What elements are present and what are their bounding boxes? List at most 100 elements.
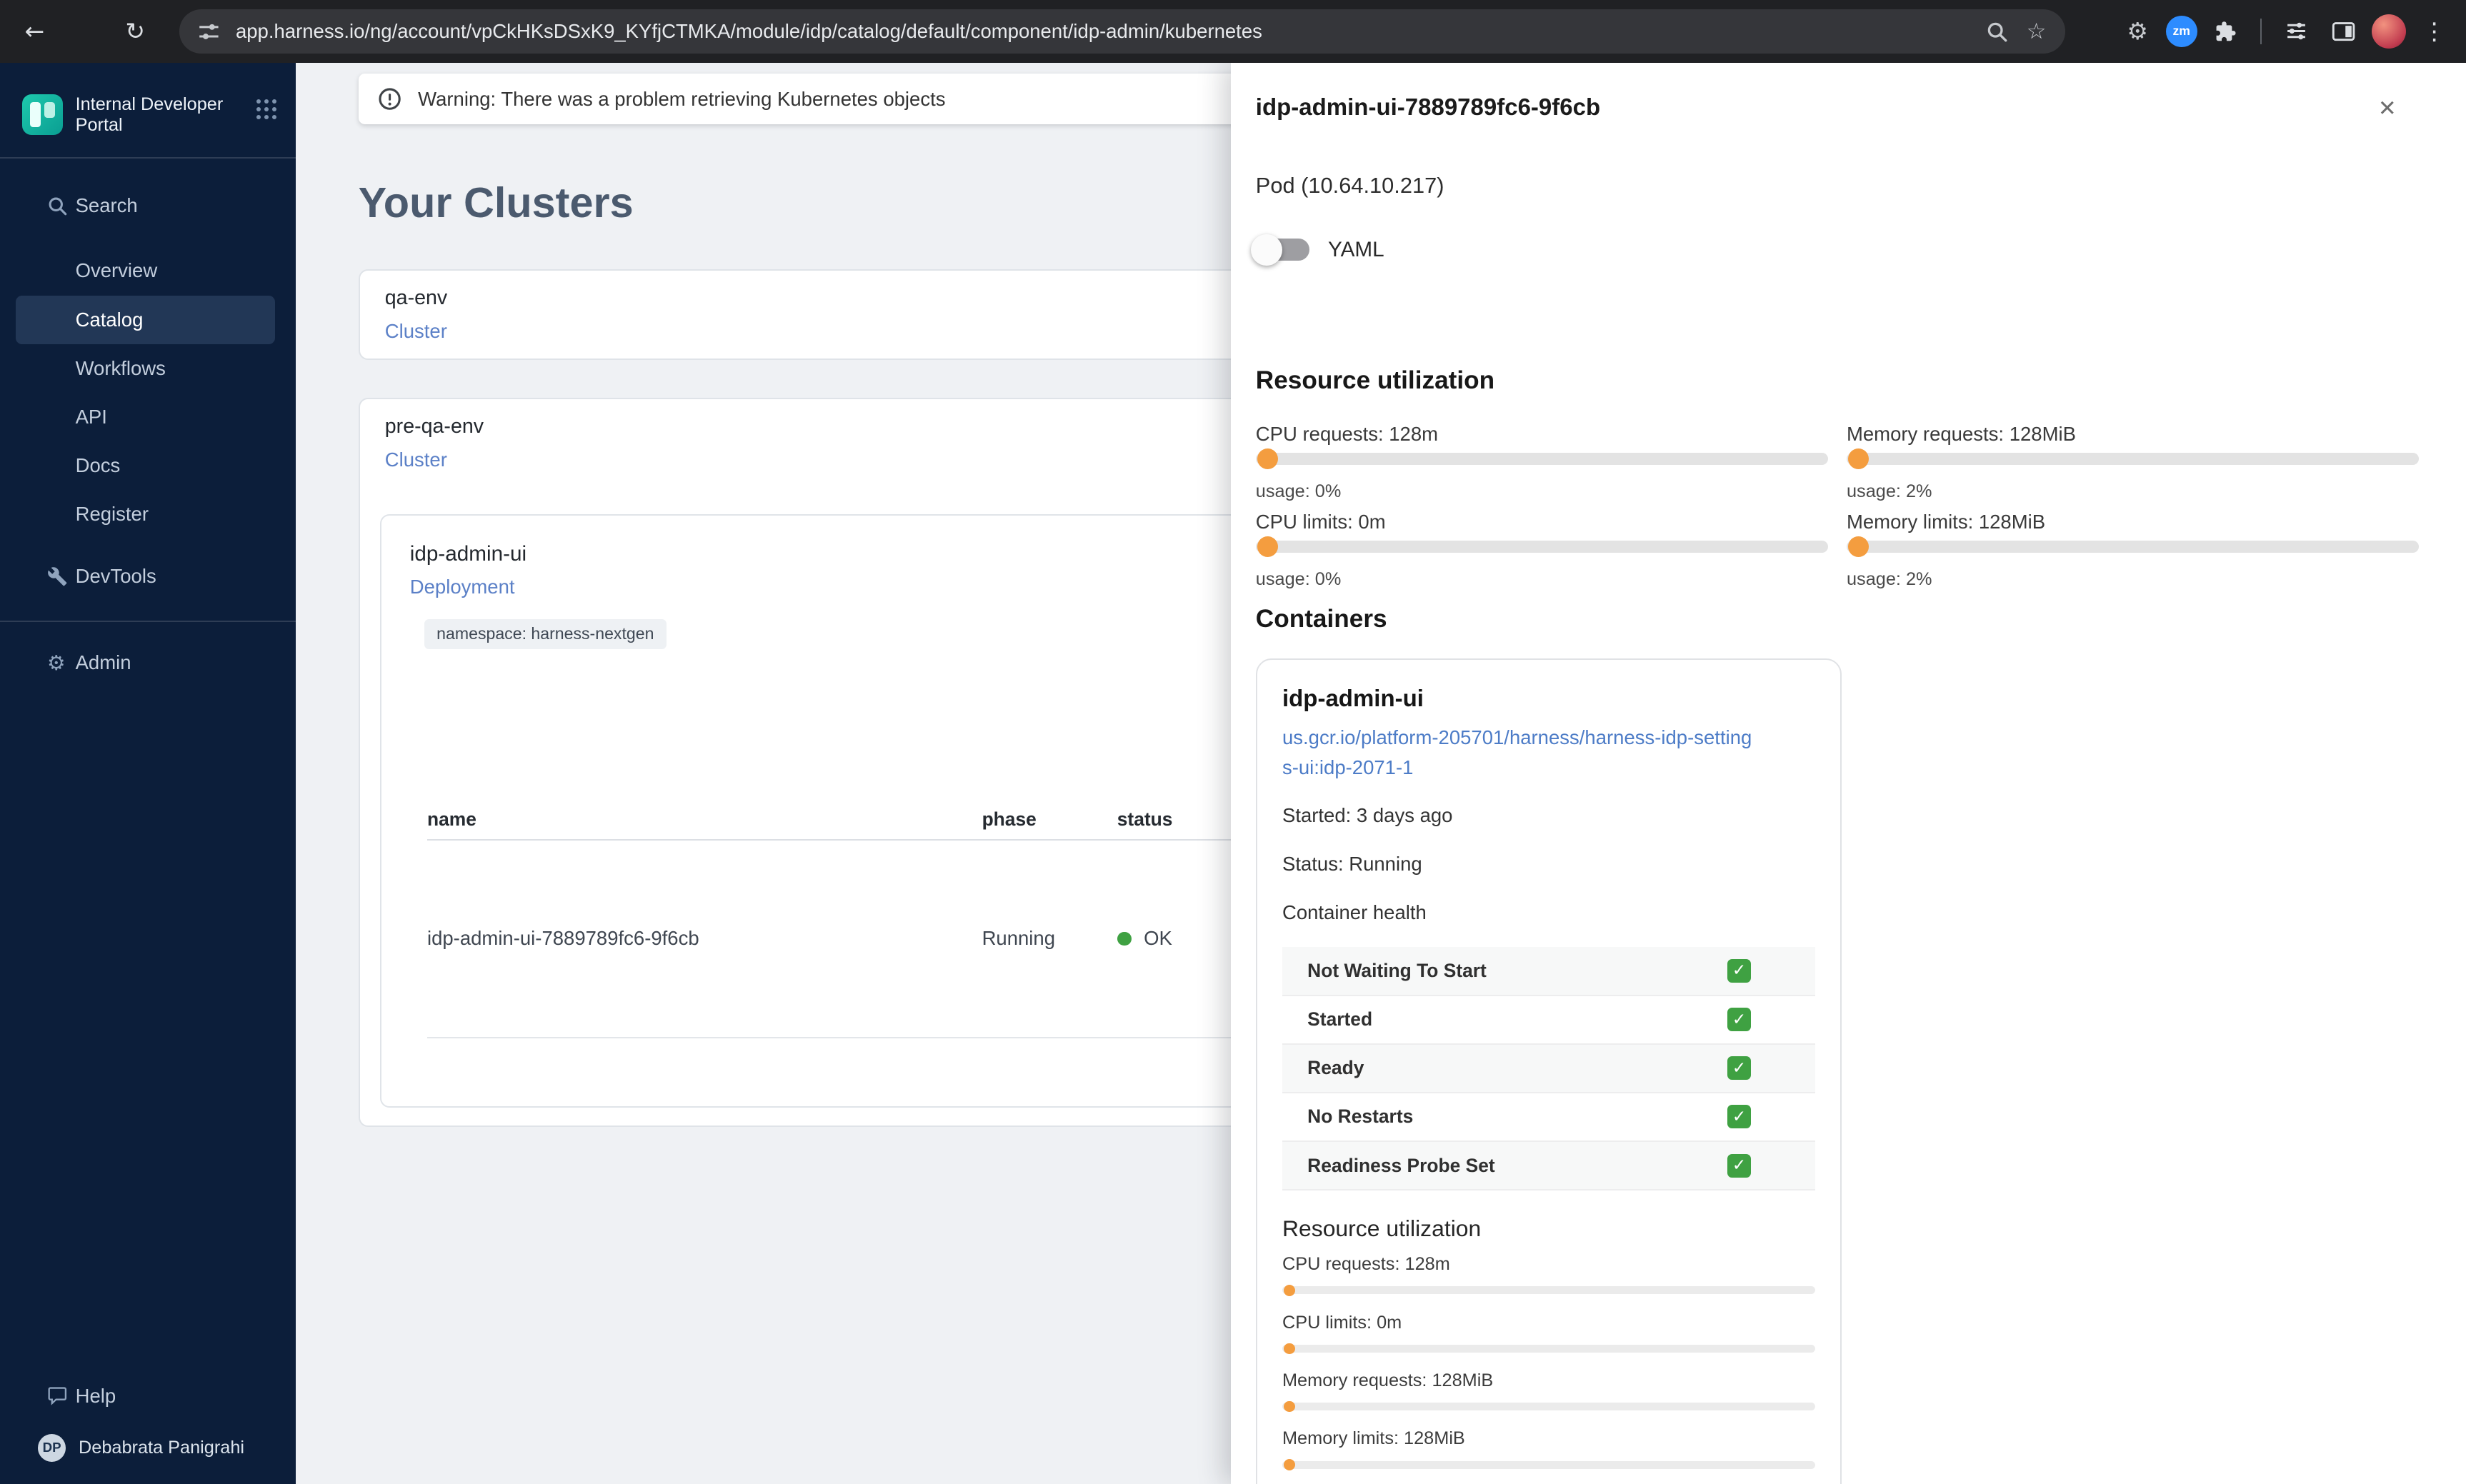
resource-metrics: CPU requests: 128m usage: 0% Memory requ…: [1255, 421, 2441, 591]
zoom-search-icon[interactable]: [1986, 21, 2008, 43]
site-controls-icon[interactable]: [198, 21, 220, 43]
toolbar-right-cluster: ⚙ zm ⋮: [2119, 13, 2466, 51]
user-name: Debabrata Panigrahi: [78, 1437, 245, 1458]
toolbar-divider: [2260, 19, 2262, 44]
metric-cpu-limits: CPU limits: 0m usage: 0%: [1255, 509, 1828, 591]
search-label: Search: [75, 194, 138, 217]
check-label: Ready: [1307, 1057, 1364, 1079]
sidebar-item-api[interactable]: API: [0, 393, 296, 441]
address-bar[interactable]: app.harness.io/ng/account/vpCkHKsDSxK9_K…: [179, 9, 2065, 54]
user-avatar: DP: [37, 1433, 66, 1463]
column-header-name: name: [426, 808, 476, 830]
metric-label: CPU limits: 0m: [1255, 510, 1386, 533]
zoom-extension-icon[interactable]: zm: [2165, 15, 2197, 47]
pod-subtitle: Pod (10.64.10.217): [1255, 173, 1444, 198]
sidebar-search[interactable]: Search: [0, 184, 296, 228]
container-started: Started: 3 days ago: [1282, 803, 1453, 826]
container-image-link[interactable]: us.gcr.io/platform-205701/harness/harnes…: [1282, 723, 1754, 783]
health-check-row: Ready ✓: [1282, 1044, 1816, 1093]
app-title: Internal Developer Portal: [75, 94, 224, 135]
progress-bar: [1846, 536, 2419, 557]
check-label: No Restarts: [1307, 1106, 1414, 1128]
metric-label: Memory requests: 128MiB: [1846, 422, 2076, 445]
container-card: idp-admin-ui us.gcr.io/platform-205701/h…: [1255, 658, 1842, 1484]
side-panel-icon[interactable]: [2325, 13, 2362, 51]
metric-usage: usage: 2%: [1846, 481, 1932, 502]
warning-icon: [377, 86, 402, 111]
mini-progress-bar: [1282, 1343, 1816, 1354]
container-health-heading: Container health: [1282, 901, 1427, 924]
refresh-icon[interactable]: ↻: [116, 13, 154, 51]
metric-usage: usage: 0%: [1255, 569, 1342, 590]
mini-progress-bar: [1282, 1400, 1816, 1413]
sidebar-item-catalog[interactable]: Catalog: [16, 295, 275, 344]
mini-metric-label: CPU requests: 128m: [1282, 1254, 1450, 1275]
sidebar-item-help[interactable]: Help: [0, 1377, 296, 1415]
mini-progress-bar: [1282, 1459, 1816, 1470]
close-icon[interactable]: ✕: [2365, 86, 2410, 131]
help-label: Help: [75, 1384, 116, 1407]
devtools-label: DevTools: [75, 565, 156, 588]
toggle-knob: [1251, 234, 1283, 266]
yaml-toggle[interactable]: [1251, 234, 1309, 266]
metric-usage: usage: 0%: [1255, 481, 1342, 502]
media-controls-icon[interactable]: [2277, 13, 2315, 51]
search-icon: [47, 196, 69, 216]
browser-menu-icon[interactable]: ⋮: [2415, 13, 2453, 51]
sidebar-nav: Overview Catalog Workflows API Docs Regi…: [0, 246, 296, 538]
health-check-row: Started ✓: [1282, 996, 1816, 1045]
back-icon[interactable]: ←: [16, 13, 54, 51]
namespace-chip: namespace: harness-nextgen: [424, 618, 667, 649]
status-dot: [1117, 931, 1132, 946]
pod-status: OK: [1144, 927, 1172, 950]
health-check-row: Readiness Probe Set ✓: [1282, 1142, 1816, 1191]
mini-metric-label: CPU limits: 0m: [1282, 1312, 1402, 1333]
container-resource-heading: Resource utilization: [1282, 1215, 1482, 1242]
column-header-phase: phase: [982, 808, 1037, 830]
yaml-toggle-row: YAML: [1251, 234, 2441, 266]
harness-idp-logo[interactable]: [21, 94, 63, 136]
container-name: idp-admin-ui: [1282, 684, 1424, 711]
sidebar-item-overview[interactable]: Overview: [0, 246, 296, 295]
sidebar-item-docs[interactable]: Docs: [0, 441, 296, 490]
sidebar-item-workflows[interactable]: Workflows: [0, 344, 296, 393]
check-label: Started: [1307, 1008, 1373, 1031]
admin-label: Admin: [75, 651, 131, 674]
wrench-icon: [47, 566, 69, 587]
sidebar-item-admin[interactable]: ⚙ Admin: [0, 641, 296, 685]
url-text[interactable]: app.harness.io/ng/account/vpCkHKsDSxK9_K…: [236, 20, 1986, 43]
metric-label: CPU requests: 128m: [1255, 422, 1439, 445]
progress-bar: [1255, 448, 1828, 469]
health-check-row: No Restarts ✓: [1282, 1093, 1816, 1143]
user-profile[interactable]: DP Debabrata Panigrahi: [0, 1433, 296, 1463]
browser-profile-avatar[interactable]: [2371, 14, 2407, 49]
check-icon: ✓: [1727, 1008, 1752, 1032]
bookmark-star-icon[interactable]: ☆: [2027, 19, 2047, 44]
mini-metric-label: Memory requests: 128MiB: [1282, 1370, 1494, 1390]
resource-utilization-heading: Resource utilization: [1255, 366, 1495, 394]
health-check-row: Not Waiting To Start ✓: [1282, 947, 1816, 996]
metric-cpu-requests: CPU requests: 128m usage: 0%: [1255, 421, 1828, 503]
metric-usage: usage: 2%: [1846, 569, 1932, 590]
help-chat-icon: [47, 1385, 69, 1406]
extensions-puzzle-icon[interactable]: [2207, 13, 2245, 51]
container-status: Status: Running: [1282, 853, 1422, 876]
metric-label: Memory limits: 128MiB: [1846, 510, 2046, 533]
yaml-toggle-label: YAML: [1327, 237, 1384, 261]
browser-toolbar: ← ↻ app.harness.io/ng/account/vpCkHKsDSx…: [0, 0, 2466, 63]
mini-metric-cpu-limits: CPU limits: 0m: [1282, 1312, 1816, 1354]
health-checks: Not Waiting To Start ✓ Started ✓ Ready ✓…: [1282, 947, 1816, 1191]
sidebar-divider-2: [0, 620, 296, 623]
sidebar-divider: [0, 156, 296, 159]
mini-metric-memory-requests: Memory requests: 128MiB: [1282, 1370, 1816, 1413]
mini-progress-bar: [1282, 1285, 1816, 1296]
extension-gear-icon[interactable]: ⚙: [2119, 13, 2157, 51]
pod-phase: Running: [982, 927, 1056, 950]
apps-grid-icon[interactable]: [256, 99, 277, 120]
sidebar-item-devtools[interactable]: DevTools: [0, 554, 296, 598]
metric-memory-requests: Memory requests: 128MiB usage: 2%: [1846, 421, 2419, 503]
container-mini-metrics: CPU requests: 128m CPU limits: 0m Memory…: [1282, 1253, 1816, 1470]
sidebar-item-register[interactable]: Register: [0, 490, 296, 538]
metric-memory-limits: Memory limits: 128MiB usage: 2%: [1846, 509, 2419, 591]
sidebar: Internal Developer Portal Search Overvie…: [0, 63, 296, 1484]
